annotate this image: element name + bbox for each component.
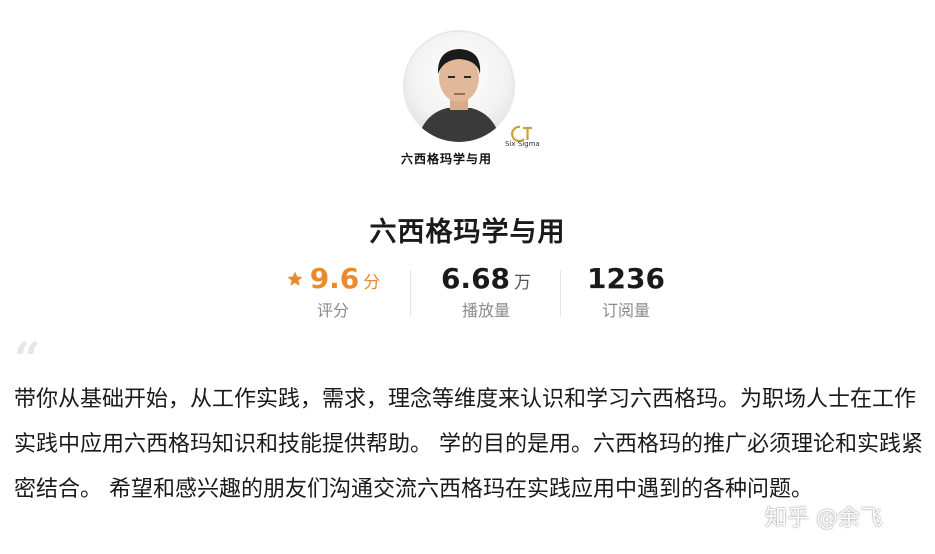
subscriptions-stat: 1236 订阅量	[580, 262, 672, 321]
stats-divider	[560, 270, 561, 316]
plays-unit: 万	[514, 273, 532, 293]
avatar-photo	[403, 30, 515, 142]
channel-avatar	[403, 30, 519, 146]
logo-text: 六西格玛学与用	[401, 152, 493, 166]
subscriptions-label: 订阅量	[601, 301, 650, 320]
rating-stat: 9.6 分 评分	[283, 262, 383, 321]
logo-subtext: Six Sigma	[505, 140, 540, 148]
rating-value: 9.6	[309, 262, 360, 295]
plays-stat: 6.68 万 播放量	[430, 262, 542, 321]
rating-unit: 分	[363, 273, 381, 293]
rating-label: 评分	[316, 301, 349, 320]
subscriptions-value: 1236	[587, 262, 665, 295]
channel-title: 六西格玛学与用	[369, 217, 566, 248]
channel-description: 带你从基础开始，从工作实践，需求，理念等维度来认识和学习六西格玛。为职场人士在工…	[14, 387, 923, 502]
star-icon	[287, 271, 303, 286]
plays-value: 6.68	[440, 262, 511, 295]
plays-label: 播放量	[461, 301, 510, 320]
watermark: 知乎 @余飞	[765, 506, 882, 531]
stats-divider	[410, 270, 411, 316]
stats-bar: 9.6 分 评分 6.68 万 播放量 1236 订阅量	[0, 262, 935, 322]
quote-mark-icon: “	[14, 332, 41, 386]
